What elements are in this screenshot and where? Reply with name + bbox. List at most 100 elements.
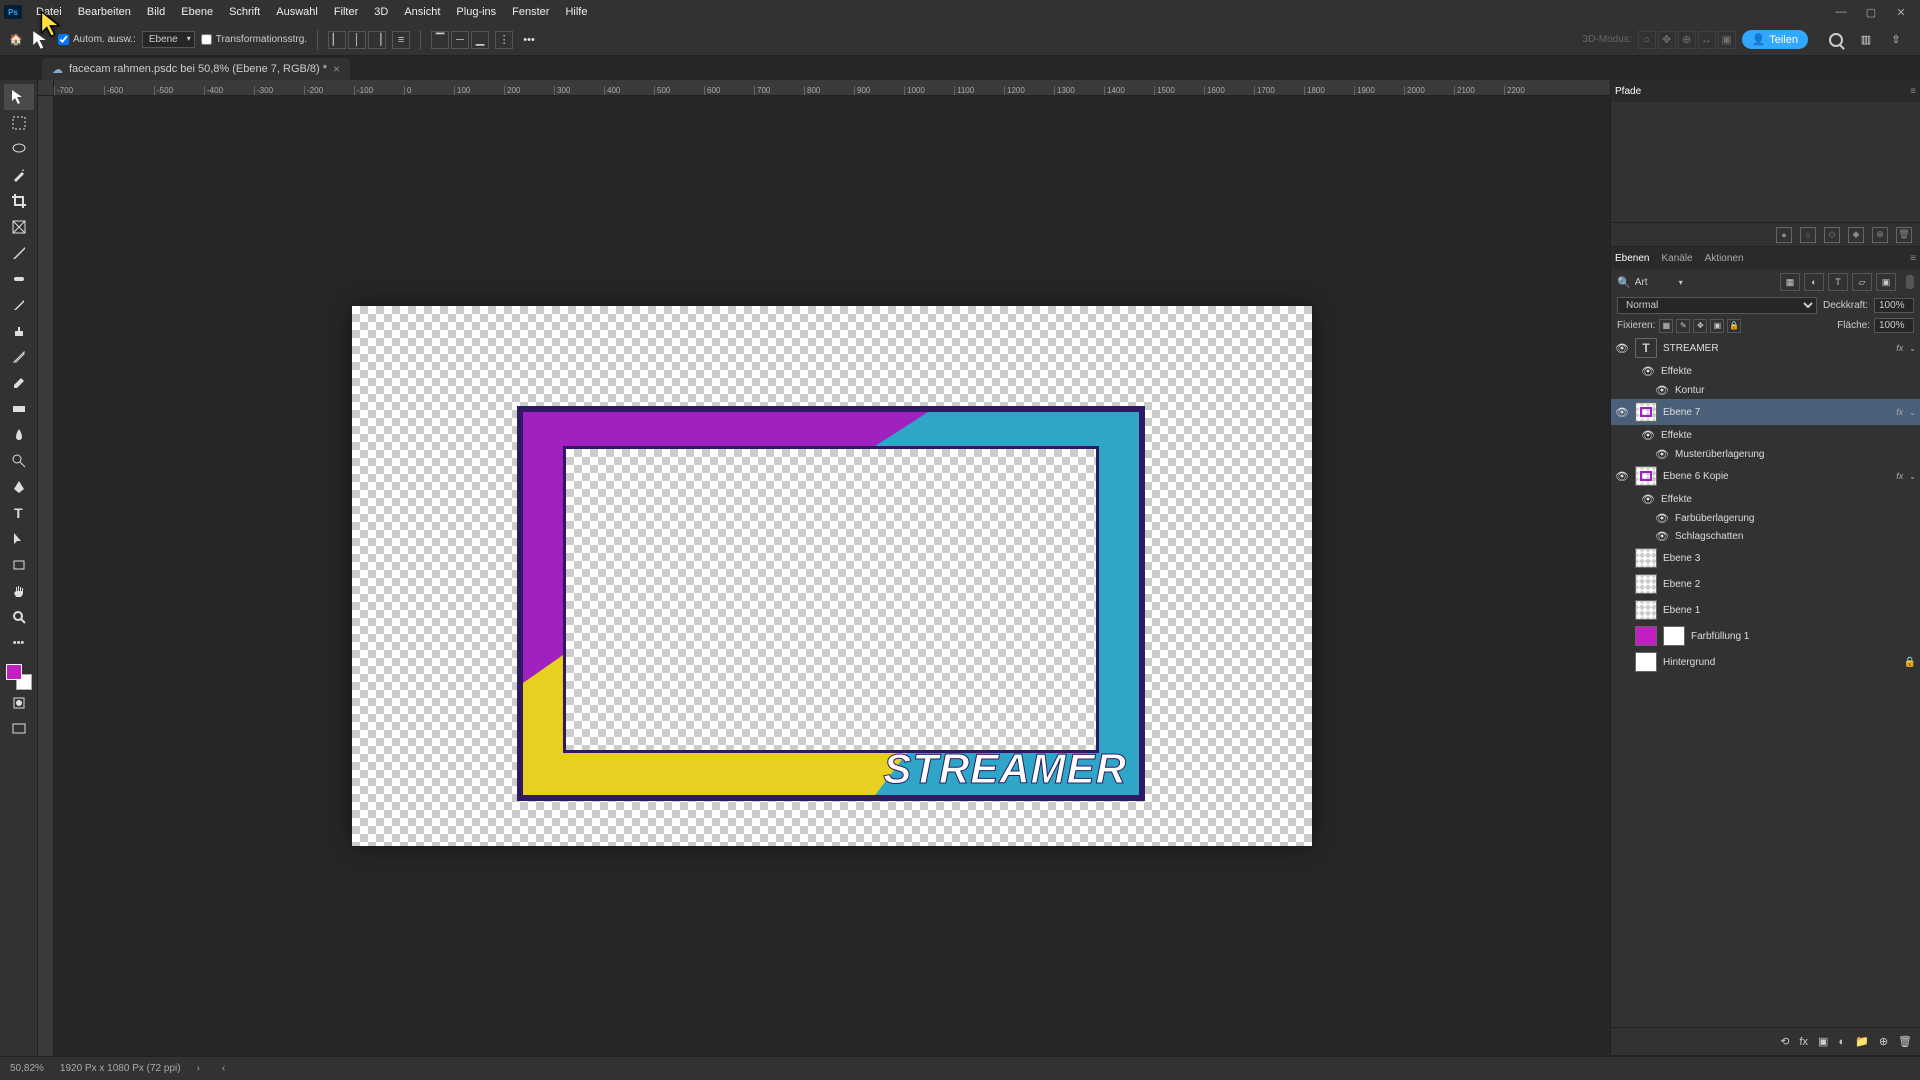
auto-select-target-dropdown[interactable]: Ebene	[142, 31, 195, 48]
path-selection-icon[interactable]: ◇	[1824, 227, 1840, 243]
path-select-tool[interactable]	[4, 526, 34, 552]
foreground-color[interactable]	[6, 664, 22, 680]
visibility-toggle[interactable]: 👁	[1641, 365, 1655, 378]
filter-type-icon[interactable]: T	[1828, 273, 1848, 291]
panel-menu-icon[interactable]: ≡	[1910, 253, 1916, 264]
scroll-left-icon[interactable]: ‹	[222, 1063, 225, 1074]
adjustment-layer-icon[interactable]: ◐	[1838, 1036, 1845, 1048]
distribute-v-icon[interactable]: ⋮	[495, 31, 513, 49]
more-options-icon[interactable]: •••	[519, 30, 539, 50]
layer-thumbnail[interactable]	[1635, 574, 1657, 594]
menu-auswahl[interactable]: Auswahl	[268, 0, 326, 24]
layer-thumbnail[interactable]	[1635, 402, 1657, 422]
transform-controls-checkbox[interactable]: Transformationsstrg.	[201, 34, 307, 45]
layer-mask-icon[interactable]: ▣	[1818, 1035, 1828, 1048]
layer-thumbnail[interactable]: T	[1635, 338, 1657, 358]
path-fill-icon[interactable]: ●	[1776, 227, 1792, 243]
visibility-toggle[interactable]: 👁	[1641, 493, 1655, 506]
expand-fx-icon[interactable]: ⌄	[1909, 472, 1916, 481]
window-minimize[interactable]: —	[1826, 2, 1856, 22]
layer-row[interactable]: 👁Ebene 6 Kopiefx⌄	[1611, 463, 1920, 489]
edit-toolbar-icon[interactable]: •••	[4, 630, 34, 656]
document-tab[interactable]: ☁ facecam rahmen.psdc bei 50,8% (Ebene 7…	[42, 58, 350, 80]
expand-fx-icon[interactable]: ⌄	[1909, 408, 1916, 417]
layer-thumbnail[interactable]	[1635, 548, 1657, 568]
paths-panel-tab[interactable]: Pfade	[1615, 86, 1641, 97]
visibility-toggle[interactable]: 👁	[1615, 342, 1629, 355]
horizontal-ruler[interactable]: -700-600-500-400-300-200-100010020030040…	[54, 80, 1610, 96]
group-layers-icon[interactable]: 📁	[1855, 1035, 1869, 1048]
menu-bild[interactable]: Bild	[139, 0, 173, 24]
layer-name-label[interactable]: Ebene 1	[1663, 605, 1916, 616]
panel-tab-kanäle[interactable]: Kanäle	[1661, 253, 1692, 264]
link-layers-icon[interactable]: ⟲	[1780, 1035, 1789, 1048]
layer-thumbnail[interactable]	[1635, 626, 1657, 646]
layer-row[interactable]: 👁Kontur	[1611, 381, 1920, 399]
visibility-toggle[interactable]: 👁	[1641, 429, 1655, 442]
layer-name-label[interactable]: STREAMER	[1663, 343, 1890, 354]
healing-brush-tool[interactable]	[4, 266, 34, 292]
layer-list[interactable]: 👁TSTREAMERfx⌄👁Effekte👁Kontur👁Ebene 7fx⌄👁…	[1611, 335, 1920, 1027]
align-bottom-icon[interactable]: ▁	[471, 31, 489, 49]
menu-plug-ins[interactable]: Plug-ins	[448, 0, 504, 24]
paths-panel-body[interactable]	[1611, 102, 1920, 222]
lock-transparency-icon[interactable]: ▦	[1659, 319, 1673, 333]
menu-ansicht[interactable]: Ansicht	[396, 0, 448, 24]
zoom-level[interactable]: 50,82%	[10, 1063, 44, 1074]
lock-artboard-icon[interactable]: ▣	[1710, 319, 1724, 333]
fx-indicator[interactable]: fx	[1896, 407, 1903, 417]
menu-ebene[interactable]: Ebene	[173, 0, 221, 24]
layer-row[interactable]: 👁Ebene 3	[1611, 545, 1920, 571]
fx-indicator[interactable]: fx	[1896, 471, 1903, 481]
visibility-toggle[interactable]: 👁	[1655, 530, 1669, 543]
history-brush-tool[interactable]	[4, 344, 34, 370]
quickmask-tool[interactable]	[4, 690, 34, 716]
menu-datei[interactable]: Datei	[28, 0, 70, 24]
layer-row[interactable]: 👁Musterüberlagerung	[1611, 445, 1920, 463]
canvas-area[interactable]: -700-600-500-400-300-200-100010020030040…	[38, 80, 1610, 1056]
eyedropper-tool[interactable]	[4, 240, 34, 266]
home-icon[interactable]: 🏠	[6, 30, 26, 50]
close-tab-icon[interactable]: ×	[333, 62, 340, 76]
visibility-toggle[interactable]: 👁	[1615, 406, 1629, 419]
layer-mask-thumbnail[interactable]	[1663, 626, 1685, 646]
move-tool[interactable]	[4, 84, 34, 110]
layer-row[interactable]: 👁Schlagschatten	[1611, 527, 1920, 545]
fill-input[interactable]	[1874, 318, 1914, 333]
menu-filter[interactable]: Filter	[326, 0, 366, 24]
align-vcenter-icon[interactable]: ─	[451, 31, 469, 49]
blur-tool[interactable]	[4, 422, 34, 448]
visibility-toggle[interactable]: 👁	[1655, 448, 1669, 461]
layer-name-label[interactable]: Farbfüllung 1	[1691, 631, 1916, 642]
align-right-icon[interactable]: ▕	[368, 31, 386, 49]
panel-tab-ebenen[interactable]: Ebenen	[1615, 253, 1649, 264]
brush-tool[interactable]	[4, 292, 34, 318]
search-icon[interactable]	[1826, 30, 1846, 50]
dodge-tool[interactable]	[4, 448, 34, 474]
doc-info[interactable]: 1920 Px x 1080 Px (72 ppi)	[60, 1063, 181, 1074]
panel-tab-aktionen[interactable]: Aktionen	[1705, 253, 1744, 264]
align-hcenter-icon[interactable]: │	[348, 31, 366, 49]
new-layer-icon[interactable]: ⊕	[1879, 1035, 1888, 1048]
layer-filter-input[interactable]	[1635, 277, 1675, 288]
export-icon[interactable]: ⇧	[1886, 30, 1906, 50]
zoom-tool[interactable]	[4, 604, 34, 630]
filter-toggle[interactable]	[1906, 275, 1914, 289]
layer-row[interactable]: 👁Farbfüllung 1	[1611, 623, 1920, 649]
layer-name-label[interactable]: Ebene 2	[1663, 579, 1916, 590]
visibility-toggle[interactable]: 👁	[1615, 470, 1629, 483]
lock-position-icon[interactable]: ✥	[1693, 319, 1707, 333]
color-swatch[interactable]	[6, 664, 32, 690]
layer-name-label[interactable]: Ebene 3	[1663, 553, 1916, 564]
layer-row[interactable]: 👁Farbüberlagerung	[1611, 509, 1920, 527]
ruler-origin[interactable]	[38, 80, 54, 96]
window-maximize[interactable]: ▢	[1856, 2, 1886, 22]
align-left-icon[interactable]: ▏	[328, 31, 346, 49]
workspace-icon[interactable]: ▥	[1856, 30, 1876, 50]
magic-wand-tool[interactable]	[4, 162, 34, 188]
screenmode-tool[interactable]	[4, 716, 34, 742]
filter-shape-icon[interactable]: ▱	[1852, 273, 1872, 291]
hand-tool[interactable]	[4, 578, 34, 604]
layer-fx-icon[interactable]: fx	[1799, 1036, 1808, 1048]
layer-row[interactable]: 👁Effekte	[1611, 425, 1920, 445]
